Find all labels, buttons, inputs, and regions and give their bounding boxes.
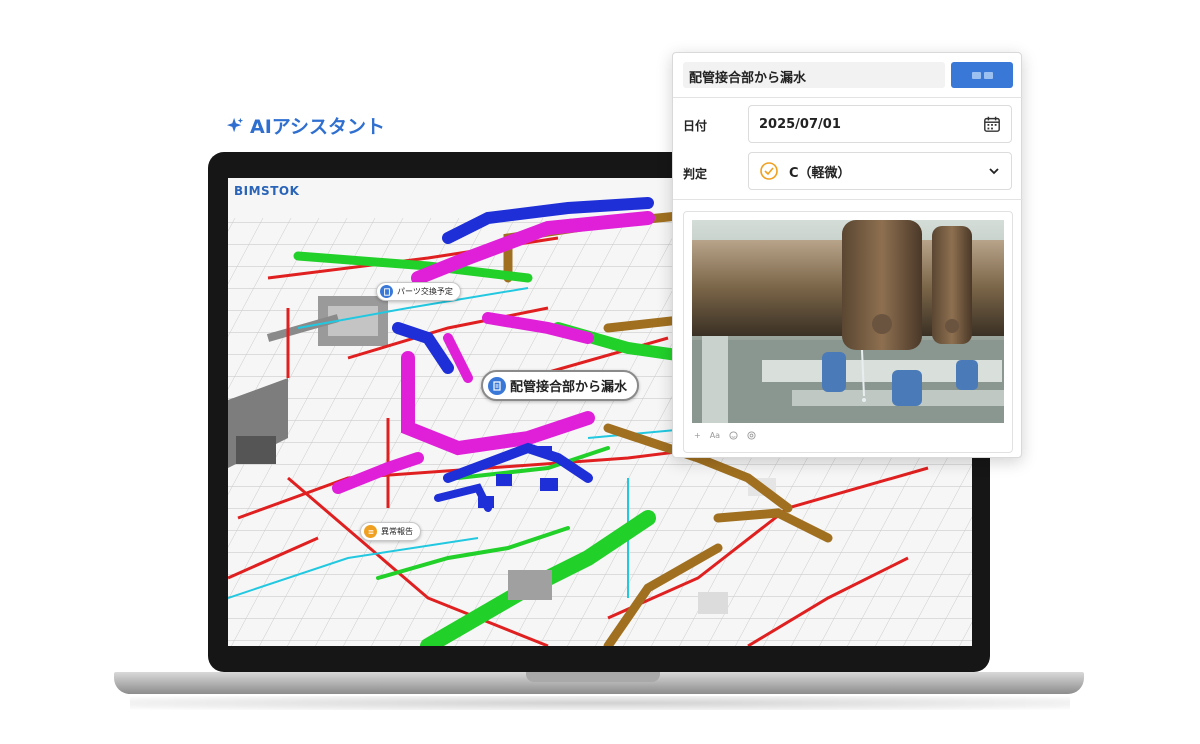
divider xyxy=(673,199,1023,200)
tag-anomaly-report[interactable]: 異常報告 xyxy=(360,522,421,541)
laptop-notch xyxy=(526,672,660,682)
app-brand: BIMSTOK xyxy=(234,184,300,198)
panel-title-field[interactable]: 配管接合部から漏水 xyxy=(683,62,945,88)
ai-assistant-label: AIアシスタント xyxy=(226,112,385,139)
stage: AIアシスタント BIMSTOK パーツ交換予定 配管接合部から漏水 異常報告 … xyxy=(0,0,1200,744)
emoji-icon[interactable] xyxy=(729,431,738,440)
tag-anomaly-report-text: 異常報告 xyxy=(381,527,413,536)
rating-select[interactable]: C（軽微） xyxy=(748,152,1012,190)
clipboard-icon xyxy=(380,285,393,298)
laptop-shadow xyxy=(130,696,1070,710)
add-button[interactable]: + xyxy=(694,431,701,440)
tag-parts-replacement[interactable]: パーツ交換予定 xyxy=(376,282,461,301)
attachment-toolbar: + Aa xyxy=(694,431,756,440)
tag-leak-text: 配管接合部から漏水 xyxy=(510,380,628,395)
duct-unit xyxy=(508,570,552,600)
ai-assistant-text: AIアシスタント xyxy=(250,116,386,138)
panel-action-button[interactable] xyxy=(951,62,1013,88)
button-glyph-right xyxy=(983,71,993,79)
inspection-panel: 配管接合部から漏水 日付 2025/07/01 判定 C（軽微） + Aa xyxy=(672,52,1023,458)
date-value: 2025/07/01 xyxy=(759,116,841,132)
rating-value: C（軽微） xyxy=(789,165,851,181)
calendar-icon[interactable] xyxy=(983,115,1001,133)
button-glyph-left xyxy=(971,71,981,79)
tag-leak[interactable]: 配管接合部から漏水 xyxy=(481,370,640,401)
check-circle-icon xyxy=(760,162,778,180)
warning-icon xyxy=(364,525,377,538)
tag-parts-replacement-text: パーツ交換予定 xyxy=(397,287,453,296)
document-icon xyxy=(488,376,506,395)
leak-photo[interactable] xyxy=(692,220,1004,423)
mention-icon[interactable] xyxy=(747,431,756,440)
font-button[interactable]: Aa xyxy=(710,431,720,440)
rating-label: 判定 xyxy=(683,167,708,181)
chevron-down-icon xyxy=(989,168,999,175)
date-label: 日付 xyxy=(683,119,708,133)
attachment-area: + Aa xyxy=(683,211,1013,453)
sparkle-icon xyxy=(226,117,244,132)
divider xyxy=(673,97,1023,98)
date-field[interactable]: 2025/07/01 xyxy=(748,105,1012,143)
